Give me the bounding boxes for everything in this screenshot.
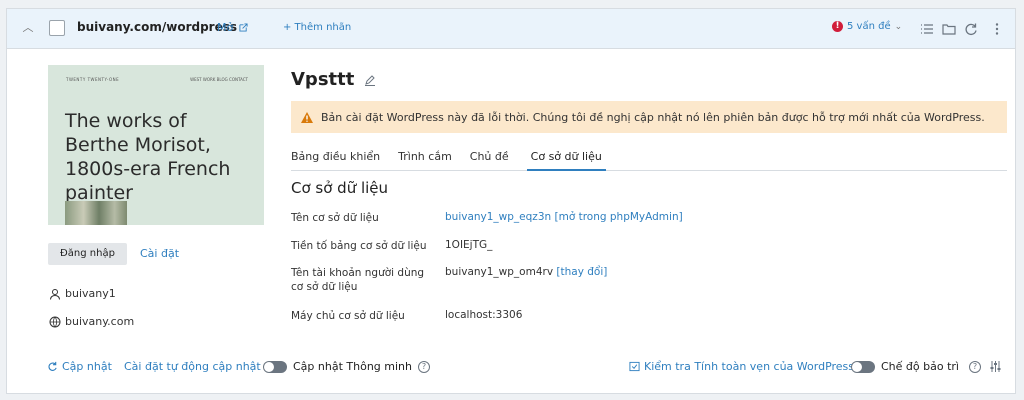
external-link-icon (239, 23, 248, 32)
db-host-label: Máy chủ cơ sở dữ liệu (291, 310, 405, 322)
integrity-check-label: Kiểm tra Tính toàn vẹn của WordPress (644, 360, 855, 373)
db-user-name: buivany1_wp_om4rv (445, 266, 554, 278)
issues-label: 5 vấn đề (847, 21, 891, 32)
open-label: Mở (217, 21, 234, 34)
login-button[interactable]: Đăng nhập (48, 243, 127, 265)
settings-sliders-icon[interactable] (989, 360, 1002, 373)
db-name-link[interactable]: buivany1_wp_eqz3n (445, 211, 551, 223)
preview-headline: The works of Berthe Morisot, 1800s-era F… (65, 110, 231, 204)
tab-bar: Bảng điều khiển Trình cắm Chủ đề Cơ sở d… (291, 147, 1007, 171)
warning-text: Bản cài đặt WordPress này đã lỗi thời. C… (321, 110, 985, 124)
update-button[interactable]: Cập nhật (47, 360, 112, 373)
tab-themes[interactable]: Chủ đề (470, 147, 515, 171)
install-link[interactable]: Cài đặt (140, 247, 179, 260)
globe-icon (49, 316, 61, 327)
admin-user: buivany1 (49, 287, 116, 300)
table-prefix-value: 1OIEjTG_ (445, 239, 493, 251)
db-user-label: Tên tài khoản người dùng cơ sở dữ liệu (291, 267, 425, 293)
collapse-chevron-icon[interactable]: ︿ (21, 21, 35, 35)
section-title: Cơ sở dữ liệu (291, 179, 389, 197)
auto-update-settings-link[interactable]: Cài đặt tự động cập nhật (124, 360, 261, 373)
alert-icon: ! (832, 21, 843, 32)
refresh-icon (48, 361, 57, 371)
help-icon[interactable]: ? (968, 360, 981, 373)
integrity-check-button[interactable]: Kiểm tra Tính toàn vẹn của WordPress (629, 360, 854, 373)
help-icon[interactable]: ? (417, 360, 430, 373)
db-host-value: localhost:3306 (445, 309, 523, 321)
db-name-value: buivany1_wp_eqz3n [mở trong phpMyAdmin] (445, 211, 683, 223)
phpmyadmin-link[interactable]: [mở trong phpMyAdmin] (555, 211, 683, 223)
site-preview-thumbnail[interactable]: TWENTY TWENTY-ONE WEST WORK BLOG CONTACT… (48, 65, 264, 225)
site-title: Vpsttt (291, 69, 376, 90)
open-site-link[interactable]: Mở (217, 21, 248, 34)
smart-update-toggle[interactable] (263, 360, 287, 373)
tab-database[interactable]: Cơ sở dữ liệu (526, 147, 606, 171)
card-header: ︿ buivany.com/wordpress Mở + Thêm nhãn !… (7, 9, 1015, 49)
check-integrity-icon (629, 361, 640, 372)
wordpress-site-card: ︿ buivany.com/wordpress Mở + Thêm nhãn !… (6, 8, 1016, 394)
preview-nav: WEST WORK BLOG CONTACT (190, 77, 248, 82)
site-title-text: Vpsttt (291, 69, 355, 90)
tab-dashboard[interactable]: Bảng điều khiển (291, 147, 386, 171)
tab-plugins[interactable]: Trình cắm (398, 147, 458, 171)
warning-icon (301, 111, 313, 123)
issues-dropdown[interactable]: ! 5 vấn đề ⌄ (832, 21, 902, 32)
outdated-warning: Bản cài đặt WordPress này đã lỗi thời. C… (291, 101, 1007, 133)
username: buivany1 (65, 287, 116, 300)
update-label: Cập nhật (62, 360, 112, 373)
site-domain-text: buivany.com (65, 315, 135, 328)
add-tag-button[interactable]: + Thêm nhãn (283, 22, 351, 33)
site-domain-link[interactable]: buivany.com (49, 315, 134, 328)
db-name-label: Tên cơ sở dữ liệu (291, 212, 379, 224)
change-user-link[interactable]: [thay đổi] (556, 266, 607, 278)
user-icon (50, 288, 60, 300)
maintenance-mode-control: Chế độ bảo trì ? (851, 360, 981, 373)
select-checkbox[interactable] (49, 20, 65, 36)
site-domain: buivany.com/wordpress (77, 20, 238, 34)
smart-update-label: Cập nhật Thông minh (293, 360, 412, 373)
edit-icon[interactable] (364, 74, 376, 86)
maintenance-label: Chế độ bảo trì (881, 360, 959, 373)
chevron-down-icon: ⌄ (894, 21, 903, 32)
maintenance-toggle[interactable] (851, 360, 875, 373)
table-prefix-label: Tiền tố bảng cơ sở dữ liệu (291, 240, 427, 252)
preview-site-name: TWENTY TWENTY-ONE (66, 77, 120, 82)
more-icon[interactable] (989, 21, 1005, 37)
smart-update-control: Cập nhật Thông minh ? (263, 360, 430, 373)
list-icon[interactable] (919, 21, 935, 37)
db-user-value: buivany1_wp_om4rv [thay đổi] (445, 266, 607, 278)
folder-icon[interactable] (941, 21, 957, 37)
refresh-icon[interactable] (963, 21, 979, 37)
preview-painting-image (65, 201, 127, 225)
